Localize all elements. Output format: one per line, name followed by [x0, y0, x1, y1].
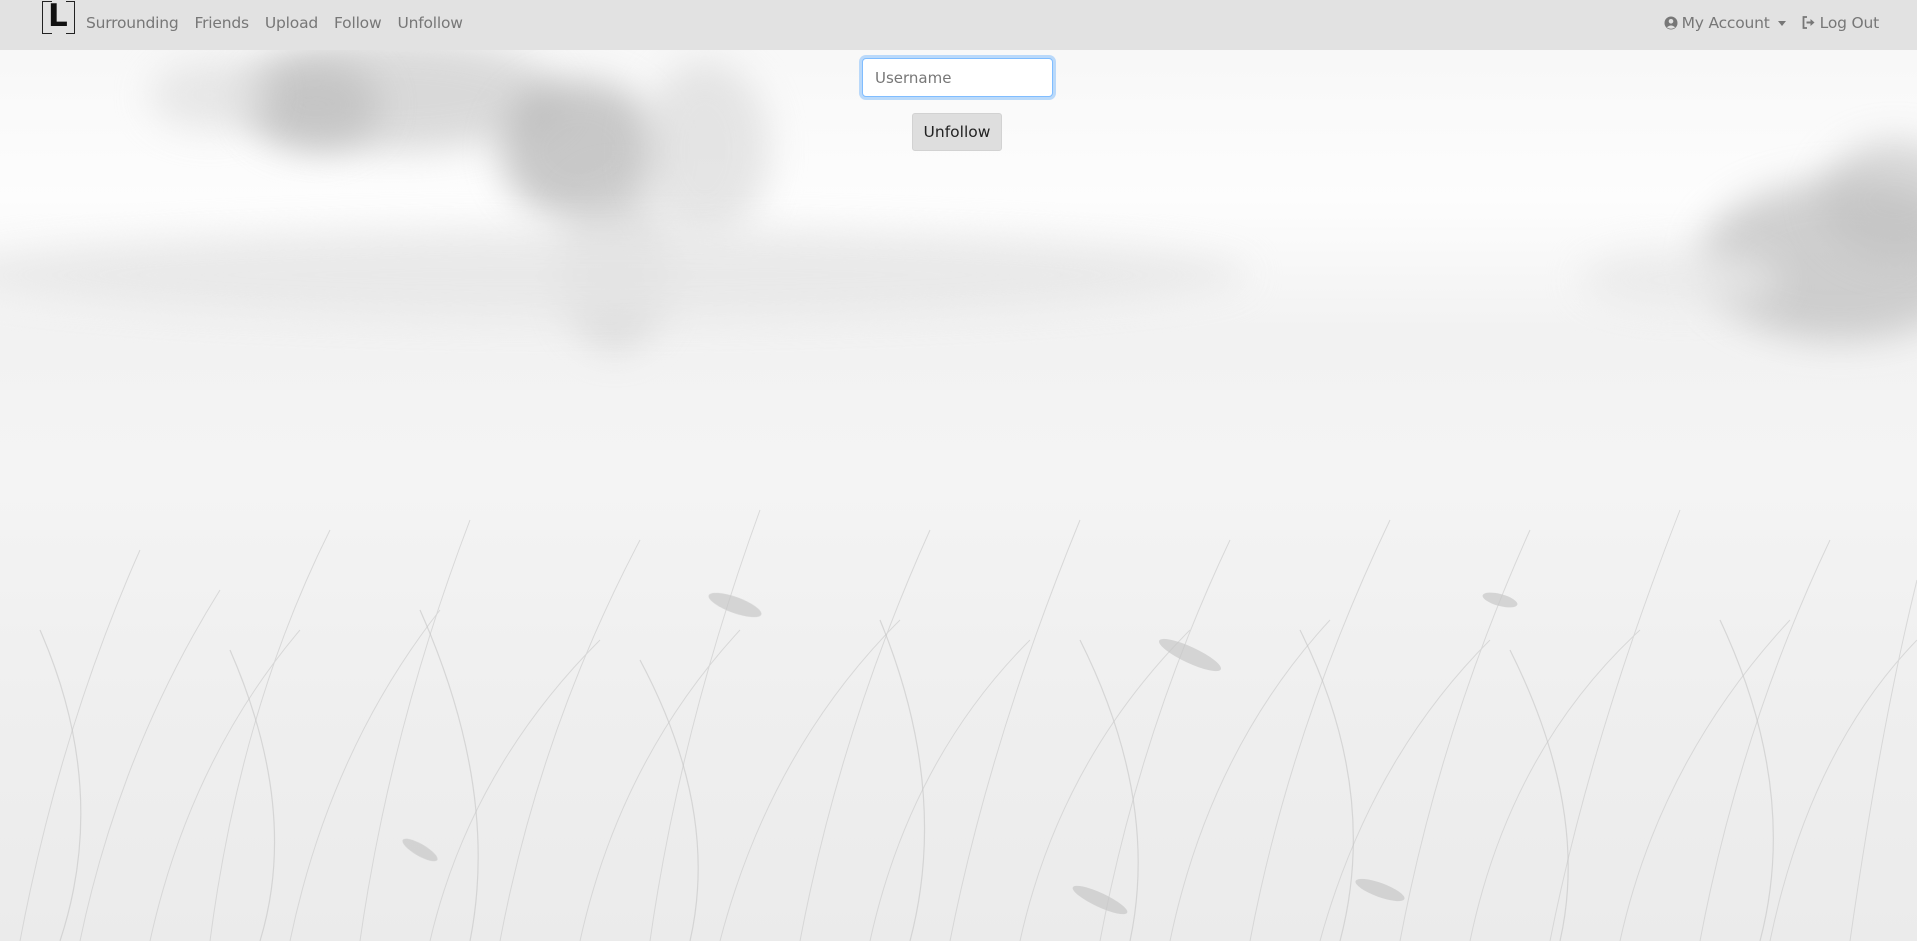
nav-links: Surrounding Friends Upload Follow Unfoll… [86, 0, 479, 45]
logo-letter: L [48, 0, 68, 34]
nav-right: My Account Log Out [1664, 0, 1879, 45]
brand-logo[interactable]: L [42, 0, 77, 36]
nav-link-surrounding[interactable]: Surrounding [86, 14, 179, 32]
nav-link-friends[interactable]: Friends [195, 14, 250, 32]
sign-out-icon [1802, 16, 1815, 29]
my-account-dropdown[interactable]: My Account [1664, 14, 1786, 32]
logout-label: Log Out [1819, 13, 1880, 32]
nav-link-follow[interactable]: Follow [334, 14, 382, 32]
user-circle-icon [1664, 16, 1678, 29]
grass-pattern [19, 509, 1917, 941]
my-account-label: My Account [1681, 13, 1770, 32]
nav-link-upload[interactable]: Upload [265, 14, 318, 32]
unfollow-form: Unfollow [862, 58, 1053, 151]
logout-link[interactable]: Log Out [1802, 14, 1879, 32]
chevron-down-icon [1777, 20, 1786, 26]
username-input[interactable] [862, 58, 1053, 97]
top-navbar: L Surrounding Friends Upload Follow Unfo… [0, 0, 1917, 50]
unfollow-button[interactable]: Unfollow [912, 113, 1002, 151]
nav-link-unfollow[interactable]: Unfollow [397, 14, 462, 32]
